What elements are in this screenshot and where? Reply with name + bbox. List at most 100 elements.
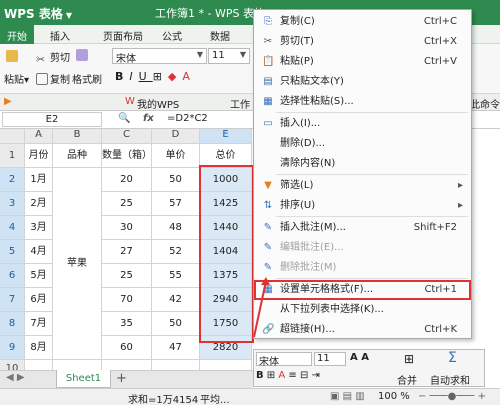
zoom-slider[interactable]: − ───●─── + (418, 391, 486, 402)
row-header[interactable]: 7 (0, 288, 25, 312)
cut-button[interactable]: ✂ 剪切 (36, 49, 70, 66)
cell-total[interactable]: 1404 (200, 240, 252, 264)
context-menu-item[interactable]: ✂ 剪切(T) Ctrl+X (254, 32, 471, 52)
paste-large-button[interactable] (6, 50, 20, 63)
context-menu-item[interactable]: ▭ 插入(I)... (254, 114, 471, 134)
context-menu-item[interactable]: 📋 粘贴(P) Ctrl+V (254, 52, 471, 72)
cell-price[interactable]: 50 (152, 312, 200, 336)
formula-input[interactable]: =D2*C2 (167, 113, 208, 124)
cell-total[interactable]: 2820 (200, 336, 252, 360)
font-select[interactable]: 宋体 ▼ (112, 48, 207, 65)
context-menu-item[interactable]: ⇅ 排序(U) ▸ (254, 196, 471, 216)
font-size-select[interactable]: 11 ▼ (208, 48, 250, 64)
cell-quantity[interactable]: 20 (102, 168, 152, 192)
tab-home[interactable]: 开始 (0, 25, 34, 44)
format-painter-button[interactable] (76, 49, 90, 62)
cell-price[interactable]: 42 (152, 288, 200, 312)
context-menu-item[interactable]: 删除(D)... (254, 134, 471, 154)
tab-my-wps[interactable]: 我的WPS (137, 96, 179, 111)
mini-size-select[interactable]: 11 (314, 352, 346, 366)
cell-total[interactable]: 1425 (200, 192, 252, 216)
sheet-nav-icon[interactable]: ◀ ▶ (6, 372, 25, 383)
cell-month[interactable]: 5月 (25, 264, 53, 288)
row-header[interactable]: 1 (0, 144, 25, 168)
cell-quantity[interactable]: 25 (102, 264, 152, 288)
row-header[interactable]: 9 (0, 336, 25, 360)
folder-icon[interactable]: ▶ (4, 96, 12, 107)
autosum-button[interactable]: 自动求和 (430, 372, 470, 387)
cell-month[interactable]: 2月 (25, 192, 53, 216)
context-menu-item[interactable]: ▦ 选择性粘贴(S)... (254, 92, 471, 112)
cell-price[interactable]: 47 (152, 336, 200, 360)
cell-price[interactable]: 52 (152, 240, 200, 264)
cell-total[interactable]: 2940 (200, 288, 252, 312)
bold-icon[interactable]: B (115, 70, 129, 83)
header-quantity[interactable]: 数量（箱） (102, 144, 152, 168)
tab-workbook[interactable]: 工作 (230, 96, 250, 111)
cell-month[interactable]: 1月 (25, 168, 53, 192)
sheet-tab[interactable]: Sheet1 (56, 370, 111, 388)
header-price[interactable]: 单价 (152, 144, 200, 168)
header-month[interactable]: 月份 (25, 144, 53, 168)
cell-month[interactable]: 8月 (25, 336, 53, 360)
column-header-a[interactable]: A (25, 129, 53, 144)
paste-button[interactable]: 粘贴▾ (4, 71, 29, 86)
zoom-icon[interactable]: 🔍 (118, 113, 130, 124)
merge-icon[interactable]: ⊞ (404, 352, 414, 366)
context-menu-item[interactable]: 清除内容(N) (254, 154, 471, 174)
context-menu-item[interactable]: ✎ 删除批注(M) (254, 258, 471, 278)
context-menu-item[interactable]: ⎘ 复制(C) Ctrl+C (254, 12, 471, 32)
cell-total[interactable]: 1440 (200, 216, 252, 240)
column-header-d[interactable]: D (152, 129, 200, 144)
zoom-level[interactable]: 100 % (378, 391, 410, 402)
cell-price[interactable]: 57 (152, 192, 200, 216)
name-box[interactable]: E2 (2, 112, 102, 127)
cell-quantity[interactable]: 30 (102, 216, 152, 240)
cell-price[interactable]: 50 (152, 168, 200, 192)
context-menu-item[interactable]: ▦ 设置单元格格式(F)... Ctrl+1 (254, 280, 471, 300)
function-icon[interactable]: fx (143, 113, 154, 124)
context-menu-item[interactable]: ✎ 插入批注(M)... Shift+F2 (254, 218, 471, 238)
format-painter-label[interactable]: 格式刷 (72, 71, 102, 86)
cell-total[interactable]: 1375 (200, 264, 252, 288)
column-header-e[interactable]: E (200, 129, 252, 144)
merge-button[interactable]: 合并 (397, 372, 417, 387)
row-header[interactable]: 3 (0, 192, 25, 216)
cell-quantity[interactable]: 70 (102, 288, 152, 312)
sigma-icon[interactable]: Σ (448, 350, 457, 366)
context-menu-item[interactable]: 从下拉列表中选择(K)... (254, 300, 471, 320)
context-menu-item[interactable]: ✎ 编辑批注(E)... (254, 238, 471, 258)
fill-color-icon[interactable]: ◆ (168, 70, 182, 83)
cell-quantity[interactable]: 27 (102, 240, 152, 264)
tab-data[interactable]: 数据 (210, 28, 230, 43)
row-header[interactable]: 4 (0, 216, 25, 240)
row-header[interactable]: 5 (0, 240, 25, 264)
cell-month[interactable]: 7月 (25, 312, 53, 336)
grow-font-icon[interactable]: A A (350, 352, 369, 363)
row-header[interactable]: 2 (0, 168, 25, 192)
column-header-b[interactable]: B (53, 129, 102, 144)
add-sheet-icon[interactable]: + (116, 371, 127, 386)
copy-button[interactable]: 复制 (36, 71, 70, 86)
font-color-icon[interactable]: A (182, 70, 196, 83)
column-header-c[interactable]: C (102, 129, 152, 144)
italic-icon[interactable]: I (129, 70, 138, 83)
cell-month[interactable]: 3月 (25, 216, 53, 240)
tab-insert[interactable]: 插入 (50, 28, 70, 43)
cell-month[interactable]: 4月 (25, 240, 53, 264)
app-logo[interactable]: WPS 表格 ▼ (4, 5, 72, 22)
cell-price[interactable]: 55 (152, 264, 200, 288)
cell-quantity[interactable]: 60 (102, 336, 152, 360)
cell-total[interactable]: 1000 (200, 168, 252, 192)
mini-format-icons[interactable]: B ⊞ A ≡ ⊟ ⇥ (256, 370, 320, 381)
cell-price[interactable]: 48 (152, 216, 200, 240)
context-menu-item[interactable]: ▤ 只粘贴文本(Y) (254, 72, 471, 92)
cell-total[interactable]: 1750 (200, 312, 252, 336)
context-menu-item[interactable]: 🔗 超链接(H)... Ctrl+K (254, 320, 471, 340)
context-menu-item[interactable]: ▼ 筛选(L) ▸ (254, 176, 471, 196)
view-mode-icons[interactable]: ▣ ▤ ▥ (330, 391, 365, 402)
cell-variety-merged[interactable]: 苹果 (53, 168, 102, 360)
cell-quantity[interactable]: 25 (102, 192, 152, 216)
cell-month[interactable]: 6月 (25, 288, 53, 312)
tab-formulas[interactable]: 公式 (162, 28, 182, 43)
